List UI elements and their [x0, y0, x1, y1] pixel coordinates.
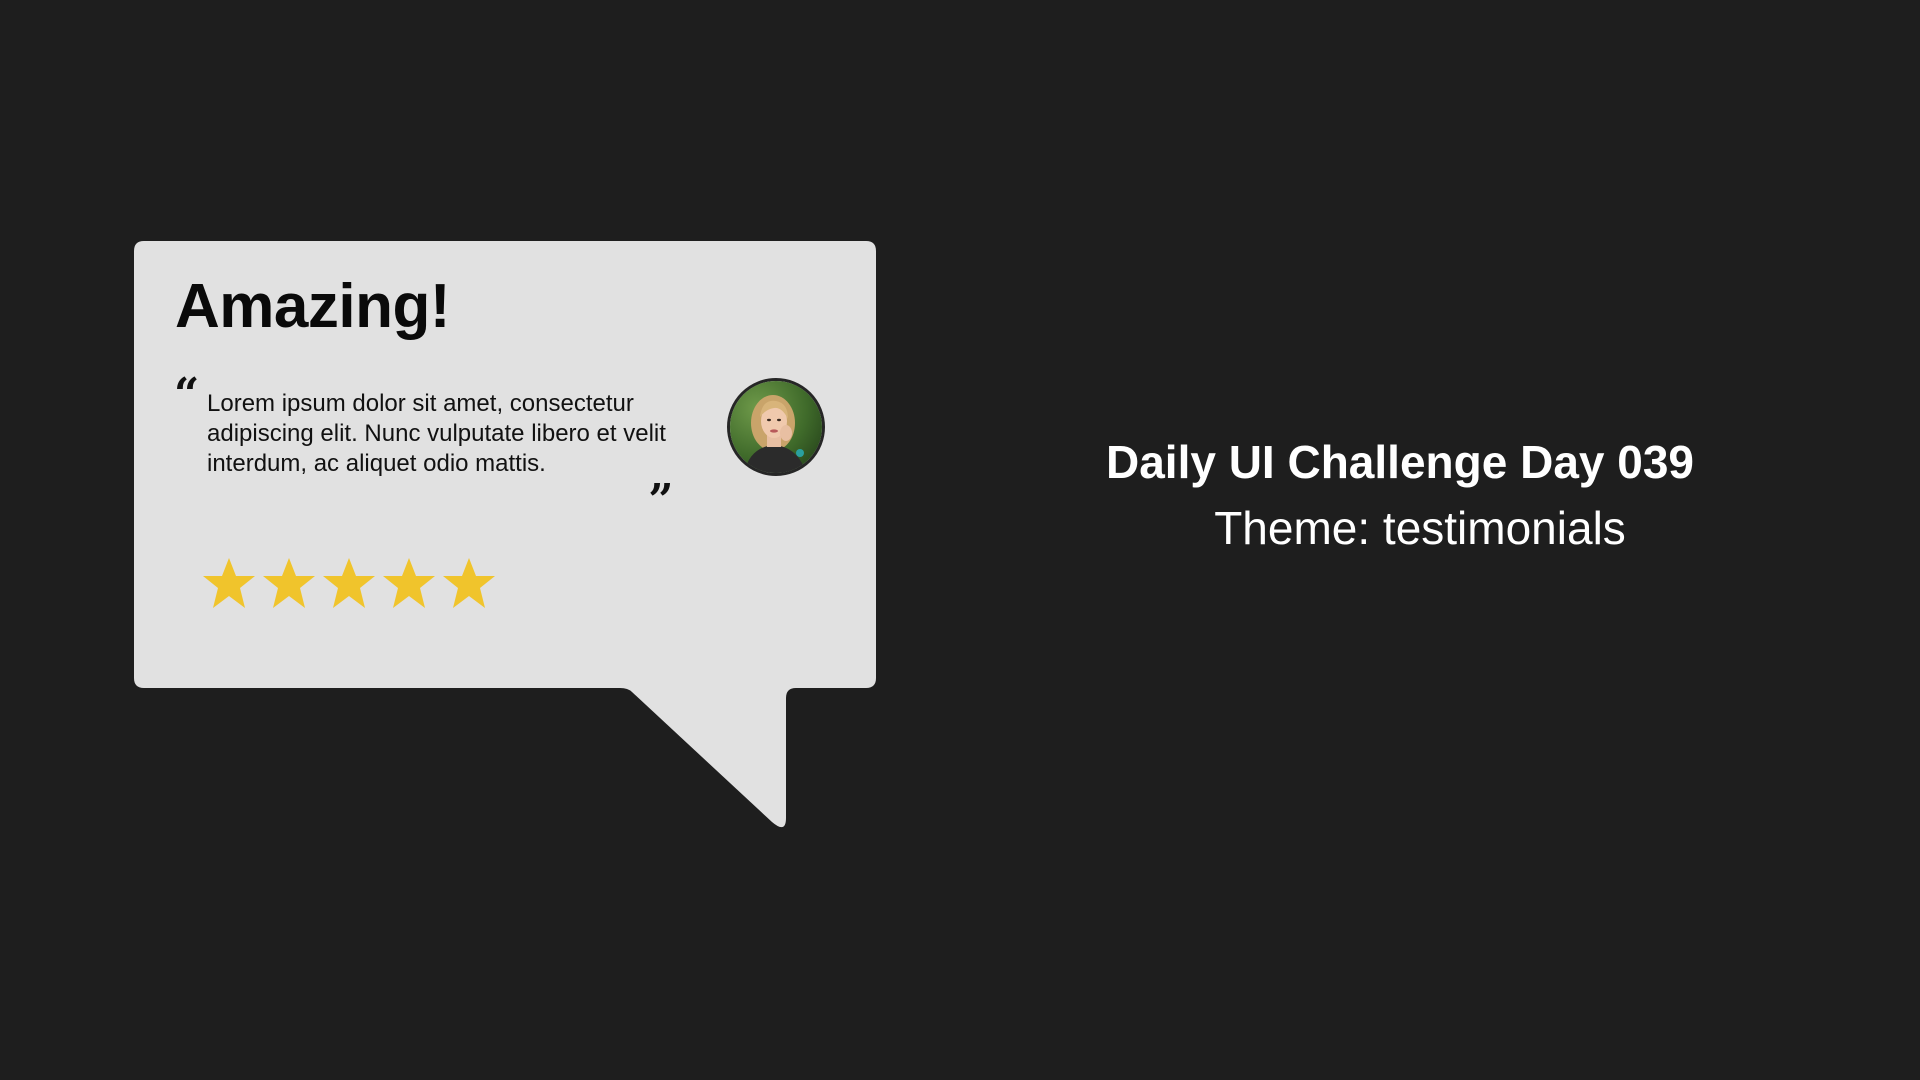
challenge-caption: Daily UI Challenge Day 039 Theme: testim… — [1060, 432, 1740, 556]
open-quote-icon: “ — [174, 369, 200, 420]
user-photo-avatar-icon — [730, 381, 822, 473]
challenge-theme: Theme: testimonials — [1214, 502, 1626, 554]
testimonial-quote: Lorem ipsum dolor sit amet, consectetur … — [207, 390, 666, 477]
star-icon — [443, 558, 495, 608]
star-icon — [323, 558, 375, 608]
challenge-title: Daily UI Challenge Day 039 — [1105, 436, 1695, 488]
testimonial-card: Amazing! “ Lorem ipsum dolor sit amet, c… — [134, 241, 876, 688]
star-rating — [199, 554, 499, 614]
close-quote-icon: „ — [649, 450, 675, 501]
avatar — [727, 378, 825, 476]
star-icon — [263, 558, 315, 608]
canvas: Amazing! “ Lorem ipsum dolor sit amet, c… — [0, 0, 1920, 1080]
testimonial-headline: Amazing! — [175, 272, 451, 341]
star-icon — [203, 558, 255, 608]
star-icon — [383, 558, 435, 608]
